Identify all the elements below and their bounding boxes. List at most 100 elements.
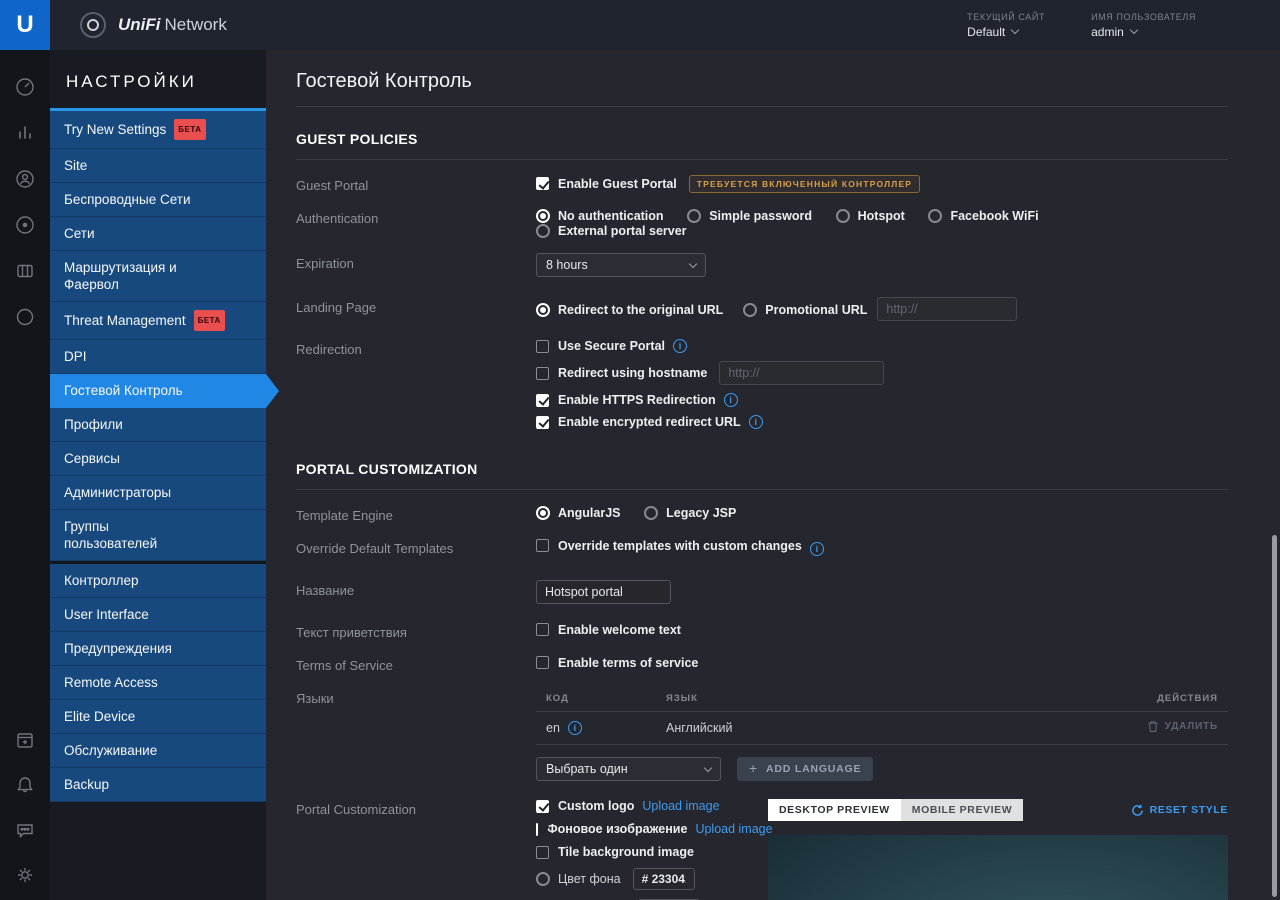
radio-icon[interactable] [536,506,550,520]
encrypted-redirect-checkbox[interactable] [536,415,549,429]
chevron-down-icon [1010,25,1020,35]
background-color-input[interactable] [632,868,695,890]
radio-icon[interactable] [928,209,943,223]
sidebar-item-threat-management[interactable]: Threat Management БЕТА [50,302,266,340]
terms-checkbox[interactable] [536,656,549,669]
custom-logo-checkbox[interactable] [536,799,549,813]
tab-desktop-preview[interactable]: DESKTOP PREVIEW [768,799,901,821]
sidebar-item-user-interface[interactable]: User Interface [50,598,266,632]
add-language-button[interactable]: + ADD LANGUAGE [737,757,874,781]
info-icon[interactable]: i [723,393,738,407]
sidebar-item-wireless-networks[interactable]: Беспроводные Сети [50,183,266,217]
auth-option-facebook-wifi[interactable]: Facebook WiFi [928,208,1039,223]
radio-icon[interactable] [743,302,758,317]
expiration-select[interactable]: 8 hours [536,253,706,277]
guest-portal-row: Guest Portal Enable Guest Portal ТРЕБУЕТС… [296,175,1228,193]
sidebar-item-guest-control[interactable]: Гостевой Контроль [50,374,279,408]
sidebar-item-elite-device[interactable]: Elite Device [50,700,266,734]
engine-option-legacy-jsp[interactable]: Legacy JSP [644,505,736,520]
info-icon[interactable]: i [673,339,687,353]
chat-icon[interactable] [14,819,36,841]
hostname-input[interactable] [719,361,885,385]
unifi-logo[interactable]: U [0,0,50,50]
radio-icon[interactable] [536,302,550,317]
chevron-down-icon [688,259,698,268]
tile-background-checkbox[interactable] [536,845,549,859]
upload-background-link[interactable]: Upload image [695,822,772,836]
landing-option-redirect-original[interactable]: Redirect to the original URL [536,302,723,317]
sidebar-item-try-new-settings[interactable]: Try New Settings БЕТА [50,111,266,149]
https-redirection-checkbox[interactable] [536,393,549,407]
dashboard-icon[interactable] [14,76,36,98]
reset-style-button[interactable]: RESET STYLE [1131,804,1228,817]
sidebar-item-networks[interactable]: Сети [50,217,266,251]
sidebar-item-controller[interactable]: Контроллер [50,564,266,598]
devices-icon[interactable] [14,214,36,236]
sidebar-item-label: Администраторы [64,485,172,500]
sidebar-item-routing-firewall[interactable]: Маршрутизация и Фаервол [50,251,266,302]
radio-icon[interactable] [644,506,659,520]
sidebar-item-user-groups[interactable]: Группы пользователей [50,510,266,561]
landing-option-promotional-url[interactable]: Promotional URL [743,302,867,317]
info-icon[interactable]: i [567,721,582,735]
gear-icon[interactable] [14,864,36,886]
unifi-network-logo-icon [80,12,106,38]
statistics-icon[interactable] [14,122,36,144]
username-dropdown[interactable]: ИМЯ ПОЛЬЗОВАТЕЛЯ admin [1091,12,1196,39]
radio-icon[interactable] [687,209,702,223]
current-site-dropdown[interactable]: ТЕКУЩИЙ САЙТ Default [967,12,1045,39]
override-templates-checkbox[interactable] [536,539,549,552]
sidebar-item-admins[interactable]: Администраторы [50,476,266,510]
language-select[interactable]: Выбрать один [536,757,721,781]
sidebar-item-label: Threat Management [64,313,186,328]
auth-option-no-authentication[interactable]: No authentication [536,208,664,223]
radio-icon[interactable] [536,209,550,223]
auth-option-hotspot[interactable]: Hotspot [835,208,905,223]
redirection-row: Redirection Use Secure Portal i Redirect … [296,339,1228,437]
tab-mobile-preview[interactable]: MOBILE PREVIEW [900,799,1024,821]
sidebar-item-site[interactable]: Site [50,149,266,183]
use-secure-portal-checkbox[interactable] [536,339,549,353]
tile-background-line: Tile background image [536,845,768,859]
welcome-text-checkbox[interactable] [536,623,549,636]
redirect-hostname-checkbox[interactable] [536,366,549,380]
col-code: КОД [546,693,569,704]
promotional-url-input[interactable] [877,297,1018,321]
engine-option-angularjs[interactable]: AngularJS [536,505,621,520]
portal-title-input[interactable] [536,580,671,604]
sidebar-item-services[interactable]: Сервисы [50,442,266,476]
sidebar-item-dpi[interactable]: DPI [50,340,266,374]
enable-guest-portal-checkbox[interactable] [536,177,549,190]
section-guest-policies: GUEST POLICIES [296,131,1228,160]
events-icon[interactable] [14,729,36,751]
chevron-down-icon [1129,25,1139,35]
sidebar-item-profiles[interactable]: Профили [50,408,266,442]
sidebar-title: НАСТРОЙКИ [66,72,197,91]
auth-option-simple-password[interactable]: Simple password [687,208,812,223]
upload-logo-link[interactable]: Upload image [642,799,719,813]
sidebar-item-maintenance[interactable]: Обслуживание [50,734,266,768]
field-label: Redirection [296,342,362,357]
delete-language-button[interactable]: УДАЛИТЬ [1147,720,1218,733]
beta-badge: БЕТА [174,119,206,140]
auth-option-external-portal[interactable]: External portal server [536,223,687,238]
sidebar-item-remote-access[interactable]: Remote Access [50,666,266,700]
radio-icon[interactable] [14,306,36,328]
portal-customization-row: Portal Customization Custom logo Upload i… [296,799,1228,900]
clients-icon[interactable] [14,168,36,190]
col-actions: ДЕЙСТВИЯ [1157,693,1218,704]
sidebar-item-backup[interactable]: Backup [50,768,266,802]
icon-rail: U [0,0,50,900]
bell-icon[interactable] [14,774,36,796]
sidebar-item-notifications[interactable]: Предупреждения [50,632,266,666]
info-icon[interactable]: i [748,415,763,429]
map-icon[interactable] [14,260,36,282]
sidebar-item-label: User Interface [64,607,149,622]
radio-icon[interactable] [536,872,550,886]
vertical-scrollbar[interactable] [1272,535,1277,897]
redirect-hostname-line: Redirect using hostname [536,361,1228,385]
info-icon[interactable]: i [809,542,824,556]
background-image-checkbox[interactable] [536,822,538,836]
radio-icon[interactable] [536,224,550,238]
radio-icon[interactable] [835,209,850,223]
